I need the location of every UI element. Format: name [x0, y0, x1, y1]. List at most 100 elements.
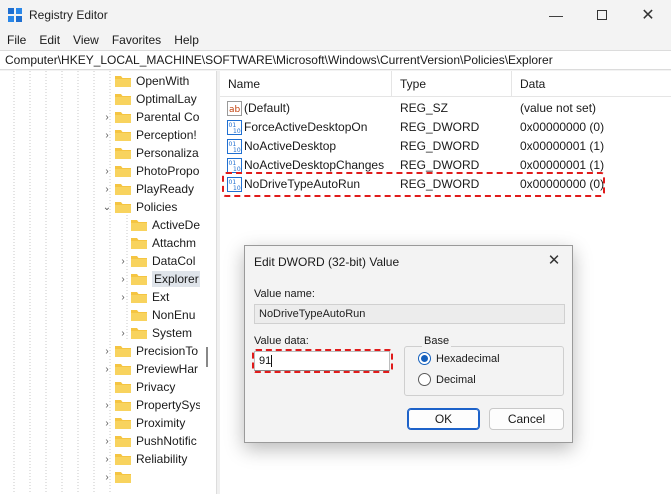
- tree-item[interactable]: › Parental Co: [102, 108, 199, 126]
- chevron-right-icon[interactable]: ›: [118, 274, 128, 285]
- value-row[interactable]: ab (Default) REG_SZ (value not set): [220, 99, 671, 118]
- menu-file[interactable]: File: [0, 33, 32, 47]
- chevron-right-icon[interactable]: ›: [102, 112, 112, 123]
- folder-icon: [115, 364, 131, 375]
- tree-item[interactable]: ActiveDe: [118, 216, 200, 234]
- tree-item[interactable]: › Explorer: [118, 270, 201, 288]
- chevron-right-icon[interactable]: ›: [102, 130, 112, 141]
- menu-help[interactable]: Help: [167, 33, 205, 47]
- ok-button[interactable]: OK: [407, 408, 480, 430]
- chevron-right-icon[interactable]: ›: [102, 166, 112, 177]
- tree-item[interactable]: › Reliability: [102, 450, 187, 468]
- value-data-cell: (value not set): [520, 101, 597, 115]
- window-title: Registry Editor: [29, 8, 108, 22]
- tree-item[interactable]: Attachm: [118, 234, 196, 252]
- tree-scrollbar[interactable]: [200, 71, 214, 494]
- hexadecimal-radio[interactable]: Hexadecimal: [418, 352, 500, 365]
- registry-editor-icon: [8, 8, 22, 22]
- tree-item[interactable]: › PreviewHar: [102, 360, 198, 378]
- column-data[interactable]: Data: [512, 71, 671, 97]
- chevron-right-icon[interactable]: ›: [118, 256, 128, 267]
- folder-icon: [115, 382, 131, 393]
- tree-item[interactable]: Personaliza: [102, 144, 199, 162]
- tree-item-label: PrecisionTo: [136, 344, 199, 358]
- dialog-close-button[interactable]: ✕: [544, 251, 564, 271]
- close-button[interactable]: ✕: [625, 0, 671, 30]
- radio-unselected-icon: [418, 373, 431, 386]
- folder-icon: [115, 202, 131, 213]
- folder-icon: [115, 472, 131, 483]
- chevron-right-icon[interactable]: ›: [102, 472, 112, 483]
- tree-item[interactable]: ›: [102, 468, 136, 486]
- tree-item[interactable]: › PlayReady: [102, 180, 194, 198]
- tree-item[interactable]: › PrecisionTo: [102, 342, 198, 360]
- chevron-right-icon[interactable]: ›: [102, 346, 112, 357]
- value-type-cell: REG_DWORD: [400, 120, 480, 134]
- chevron-right-icon[interactable]: ›: [102, 364, 112, 375]
- value-row[interactable]: 01 10 NoActiveDesktop REG_DWORD 0x00000001 (…: [220, 137, 671, 156]
- value-data-label: Value data:: [254, 335, 309, 347]
- value-row[interactable]: 01 10 ForceActiveDesktopOn REG_DWORD 0x00000…: [220, 118, 671, 137]
- value-type-cell: REG_DWORD: [400, 139, 480, 153]
- column-type[interactable]: Type: [392, 71, 512, 97]
- menu-view[interactable]: View: [66, 33, 105, 47]
- tree-item[interactable]: › PhotoPropo: [102, 162, 199, 180]
- folder-icon: [115, 184, 131, 195]
- tree-item[interactable]: › DataCol: [118, 252, 195, 270]
- minimize-button[interactable]: —: [533, 0, 579, 30]
- dword-value-icon: 0110: [227, 120, 242, 135]
- svg-text:10: 10: [233, 128, 241, 135]
- chevron-down-icon[interactable]: ⌄: [102, 202, 112, 213]
- highlight-input-box: [252, 349, 393, 373]
- value-type-cell: REG_SZ: [400, 101, 449, 115]
- chevron-right-icon[interactable]: ›: [102, 418, 112, 429]
- tree-item[interactable]: › PropertySys: [102, 396, 201, 414]
- tree-item-label: Personaliza: [136, 146, 199, 160]
- decimal-radio[interactable]: Decimal: [418, 373, 476, 386]
- tree-item-label: Perception!: [136, 128, 197, 142]
- maximize-button[interactable]: [579, 0, 625, 30]
- edit-dword-dialog: Edit DWORD (32-bit) Value ✕ Value name: …: [244, 245, 573, 443]
- tree-item[interactable]: Privacy: [102, 378, 175, 396]
- highlight-row-box: [222, 172, 605, 197]
- chevron-right-icon[interactable]: ›: [102, 436, 112, 447]
- string-value-icon: ab: [227, 101, 242, 116]
- value-name-cell: NoActiveDesktop: [244, 139, 337, 153]
- column-name[interactable]: Name: [220, 71, 392, 97]
- tree-item[interactable]: › Proximity: [102, 414, 185, 432]
- tree-item-label: Reliability: [136, 452, 188, 466]
- menu-favorites[interactable]: Favorites: [105, 33, 167, 47]
- folder-icon: [131, 292, 147, 303]
- tree-item[interactable]: › Ext: [118, 288, 169, 306]
- folder-icon: [115, 94, 131, 105]
- value-name-cell: (Default): [244, 101, 291, 115]
- tree-item[interactable]: › Perception!: [102, 126, 197, 144]
- tree-item[interactable]: › System: [118, 324, 192, 342]
- tree-item[interactable]: OptimalLay: [102, 90, 197, 108]
- folder-icon: [131, 328, 147, 339]
- decimal-label: Decimal: [436, 373, 476, 386]
- chevron-right-icon[interactable]: ›: [102, 184, 112, 195]
- key-tree[interactable]: OpenWith OptimalLay › Parental Co › Perceptio…: [0, 71, 216, 494]
- tree-item-label: Proximity: [136, 416, 186, 430]
- folder-icon: [115, 346, 131, 357]
- folder-icon: [115, 454, 131, 465]
- chevron-right-icon[interactable]: ›: [102, 454, 112, 465]
- close-icon: ✕: [547, 252, 561, 269]
- menu-edit[interactable]: Edit: [32, 33, 66, 47]
- tree-item-label: OptimalLay: [136, 92, 197, 106]
- chevron-right-icon[interactable]: ›: [102, 400, 112, 411]
- tree-scroll-thumb[interactable]: [206, 347, 208, 367]
- tree-item[interactable]: NonEnu: [118, 306, 195, 324]
- tree-item[interactable]: ⌄ Policies: [102, 198, 178, 216]
- folder-icon: [131, 310, 147, 321]
- maximize-icon: [597, 10, 607, 20]
- tree-item[interactable]: OpenWith: [102, 72, 189, 90]
- cancel-button[interactable]: Cancel: [489, 408, 564, 430]
- address-bar[interactable]: Computer\HKEY_LOCAL_MACHINE\SOFTWARE\Mic…: [0, 50, 671, 70]
- tree-item-label: Explorer: [152, 271, 201, 287]
- chevron-right-icon[interactable]: ›: [118, 328, 128, 339]
- value-data-cell: 0x00000000 (0): [520, 120, 605, 134]
- tree-item[interactable]: › PushNotific: [102, 432, 196, 450]
- chevron-right-icon[interactable]: ›: [118, 292, 128, 303]
